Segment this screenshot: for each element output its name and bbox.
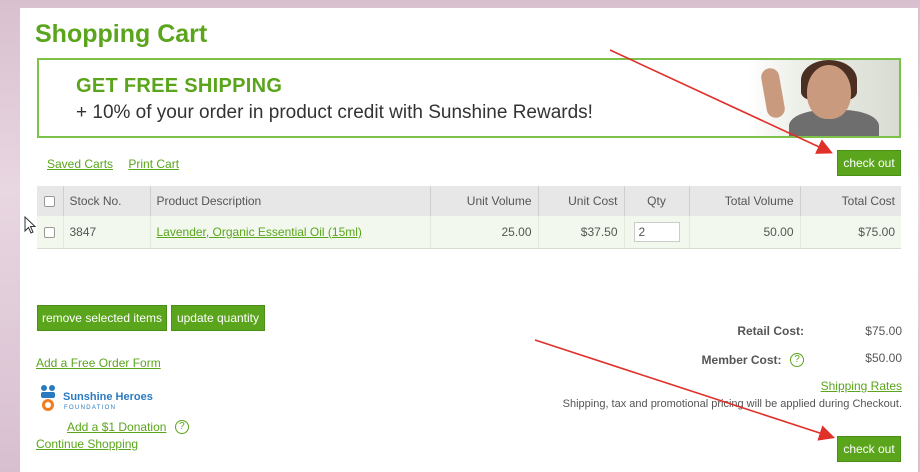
column-header: Total Volume xyxy=(689,186,801,216)
column-header: Product Description xyxy=(150,186,431,216)
member-cost-value: $50.00 xyxy=(865,351,902,365)
page-title: Shopping Cart xyxy=(35,20,208,48)
cart-table: Stock No. Product Description Unit Volum… xyxy=(37,186,901,249)
remove-selected-button[interactable]: remove selected items xyxy=(37,305,167,331)
donation-link[interactable]: Add a $1 Donation xyxy=(67,420,166,434)
column-header: Unit Volume xyxy=(430,186,539,216)
retail-cost-label: Retail Cost: xyxy=(737,324,804,338)
checkout-button-bottom[interactable]: check out xyxy=(837,436,901,462)
table-row: 3847 Lavender, Organic Essential Oil (15… xyxy=(37,216,901,249)
qty-cell xyxy=(624,216,690,249)
free-order-form-link[interactable]: Add a Free Order Form xyxy=(36,356,161,370)
total-volume-cell: 50.00 xyxy=(689,216,801,249)
banner-photo xyxy=(749,60,899,136)
select-all-header xyxy=(37,186,64,216)
shopping-cart-page: Shopping Cart GET FREE SHIPPING + 10% of… xyxy=(20,8,918,472)
heroes-icon xyxy=(41,385,55,411)
shipping-rates-link[interactable]: Shipping Rates xyxy=(802,379,902,393)
column-header: Qty xyxy=(624,186,690,216)
description-cell: Lavender, Organic Essential Oil (15ml) xyxy=(150,216,431,249)
unit-volume-cell: 25.00 xyxy=(430,216,539,249)
continue-shopping-link[interactable]: Continue Shopping xyxy=(36,437,138,451)
retail-cost-value: $75.00 xyxy=(865,324,902,338)
cart-links: Saved Carts Print Cart xyxy=(47,157,191,171)
free-shipping-banner[interactable]: GET FREE SHIPPING + 10% of your order in… xyxy=(37,58,901,138)
help-icon[interactable]: ? xyxy=(174,419,189,434)
sunshine-heroes-logo: Sunshine Heroes FOUNDATION xyxy=(36,384,176,416)
banner-headline: GET FREE SHIPPING xyxy=(76,75,283,97)
unit-cost-cell: $37.50 xyxy=(538,216,625,249)
column-header: Total Cost xyxy=(800,186,901,216)
qty-input[interactable] xyxy=(633,221,680,242)
update-quantity-button[interactable]: update quantity xyxy=(171,305,265,331)
member-cost-label: Member Cost: xyxy=(701,353,782,367)
select-all-checkbox[interactable] xyxy=(44,196,56,208)
shipping-note: Shipping, tax and promotional pricing wi… xyxy=(562,398,902,410)
column-header: Stock No. xyxy=(63,186,151,216)
logo-subtitle: FOUNDATION xyxy=(64,405,117,411)
column-header: Unit Cost xyxy=(538,186,625,216)
banner-subline: + 10% of your order in product credit wi… xyxy=(76,102,593,123)
saved-carts-link[interactable]: Saved Carts xyxy=(47,157,113,171)
logo-name: Sunshine Heroes xyxy=(63,391,153,403)
product-link[interactable]: Lavender, Organic Essential Oil (15ml) xyxy=(157,225,362,239)
total-cost-cell: $75.00 xyxy=(800,216,901,249)
mouse-cursor-icon xyxy=(24,216,37,234)
checkout-button-top[interactable]: check out xyxy=(837,150,901,176)
row-checkbox[interactable] xyxy=(44,227,56,239)
print-cart-link[interactable]: Print Cart xyxy=(128,157,179,171)
donation-row: Add a $1 Donation ? xyxy=(67,418,189,436)
row-select-cell xyxy=(37,216,64,249)
help-icon[interactable]: ? xyxy=(790,352,804,367)
member-cost-row: Member Cost: ? xyxy=(660,351,804,369)
stock-no-cell: 3847 xyxy=(63,216,151,249)
